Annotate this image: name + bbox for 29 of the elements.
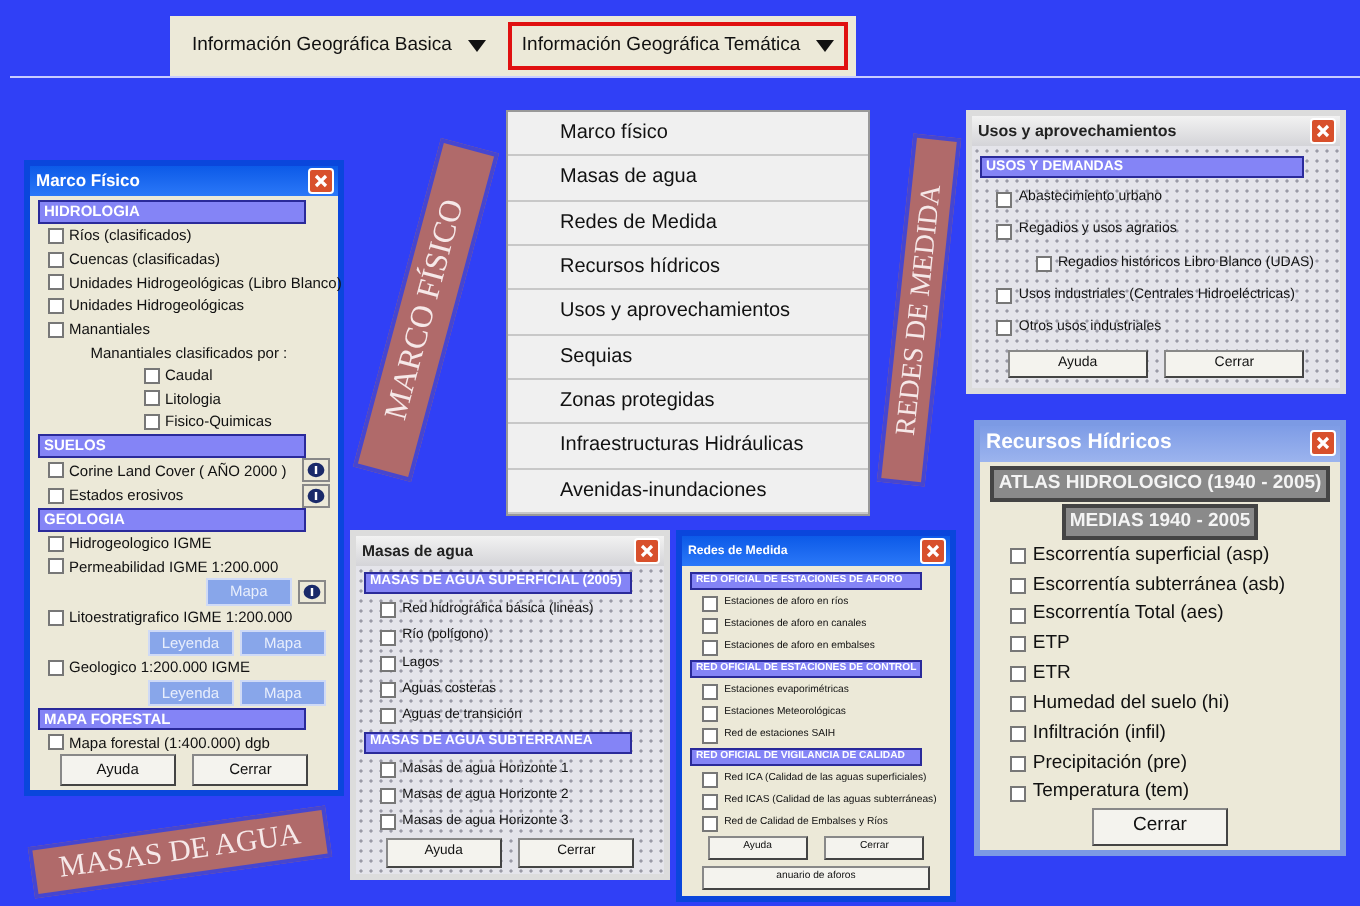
checkbox-label: ETP (1032, 630, 1070, 659)
menu-item[interactable]: Sequias (508, 335, 868, 380)
menu-item[interactable]: Redes de Medida (508, 201, 868, 246)
menu-item[interactable]: Zonas protegidas (508, 379, 868, 425)
menu-item[interactable]: Usos y aprovechamientos (508, 290, 868, 336)
window-title: Usos y aprovechamientos (978, 119, 1177, 143)
diagonal-banner: MARCO FÍSICO (353, 138, 499, 482)
checkbox-label: Humedad del suelo (hi) (1032, 689, 1230, 718)
menu-item[interactable]: Avenidas-inundaciones (508, 469, 868, 514)
window-title: Marco Físico (36, 168, 140, 194)
menu-button[interactable]: Información Geográfica Basica (178, 21, 500, 71)
menu-item[interactable]: Infraestructuras Hidráulicas (508, 424, 868, 470)
checkbox-label: Escorrentía subterránea (asb) (1032, 571, 1286, 600)
diagonal-banner: REDES DE MEDIDA (875, 133, 961, 487)
menu-button[interactable]: Información Geográfica Temática (507, 21, 849, 71)
checkbox-label: Escorrentía Total (aes) (1032, 600, 1224, 629)
window-title: Recursos Hídricos (986, 428, 1172, 458)
menu-item[interactable]: Recursos hídricos (508, 245, 868, 291)
checkbox-label: Precipitación (pre) (1032, 749, 1187, 778)
section-header: MEDIAS 1940 - 2005 (1061, 503, 1259, 541)
menu-item[interactable]: Marco físico (508, 112, 868, 157)
checkbox-label: Infiltración (infil) (1032, 719, 1166, 748)
checkbox-label: ETR (1032, 660, 1071, 689)
dialog-button[interactable]: Cerrar (1091, 808, 1229, 846)
checkbox-label: Escorrentía superficial (asp) (1032, 541, 1270, 570)
diagonal-banner: MASAS DE AGUA (27, 805, 333, 899)
menu-item[interactable]: Masas de agua (508, 156, 868, 202)
checkbox-label: Temperatura (tem) (1032, 778, 1190, 807)
section-header: ATLAS HIDROLOGICO (1940 - 2005) (990, 466, 1330, 503)
